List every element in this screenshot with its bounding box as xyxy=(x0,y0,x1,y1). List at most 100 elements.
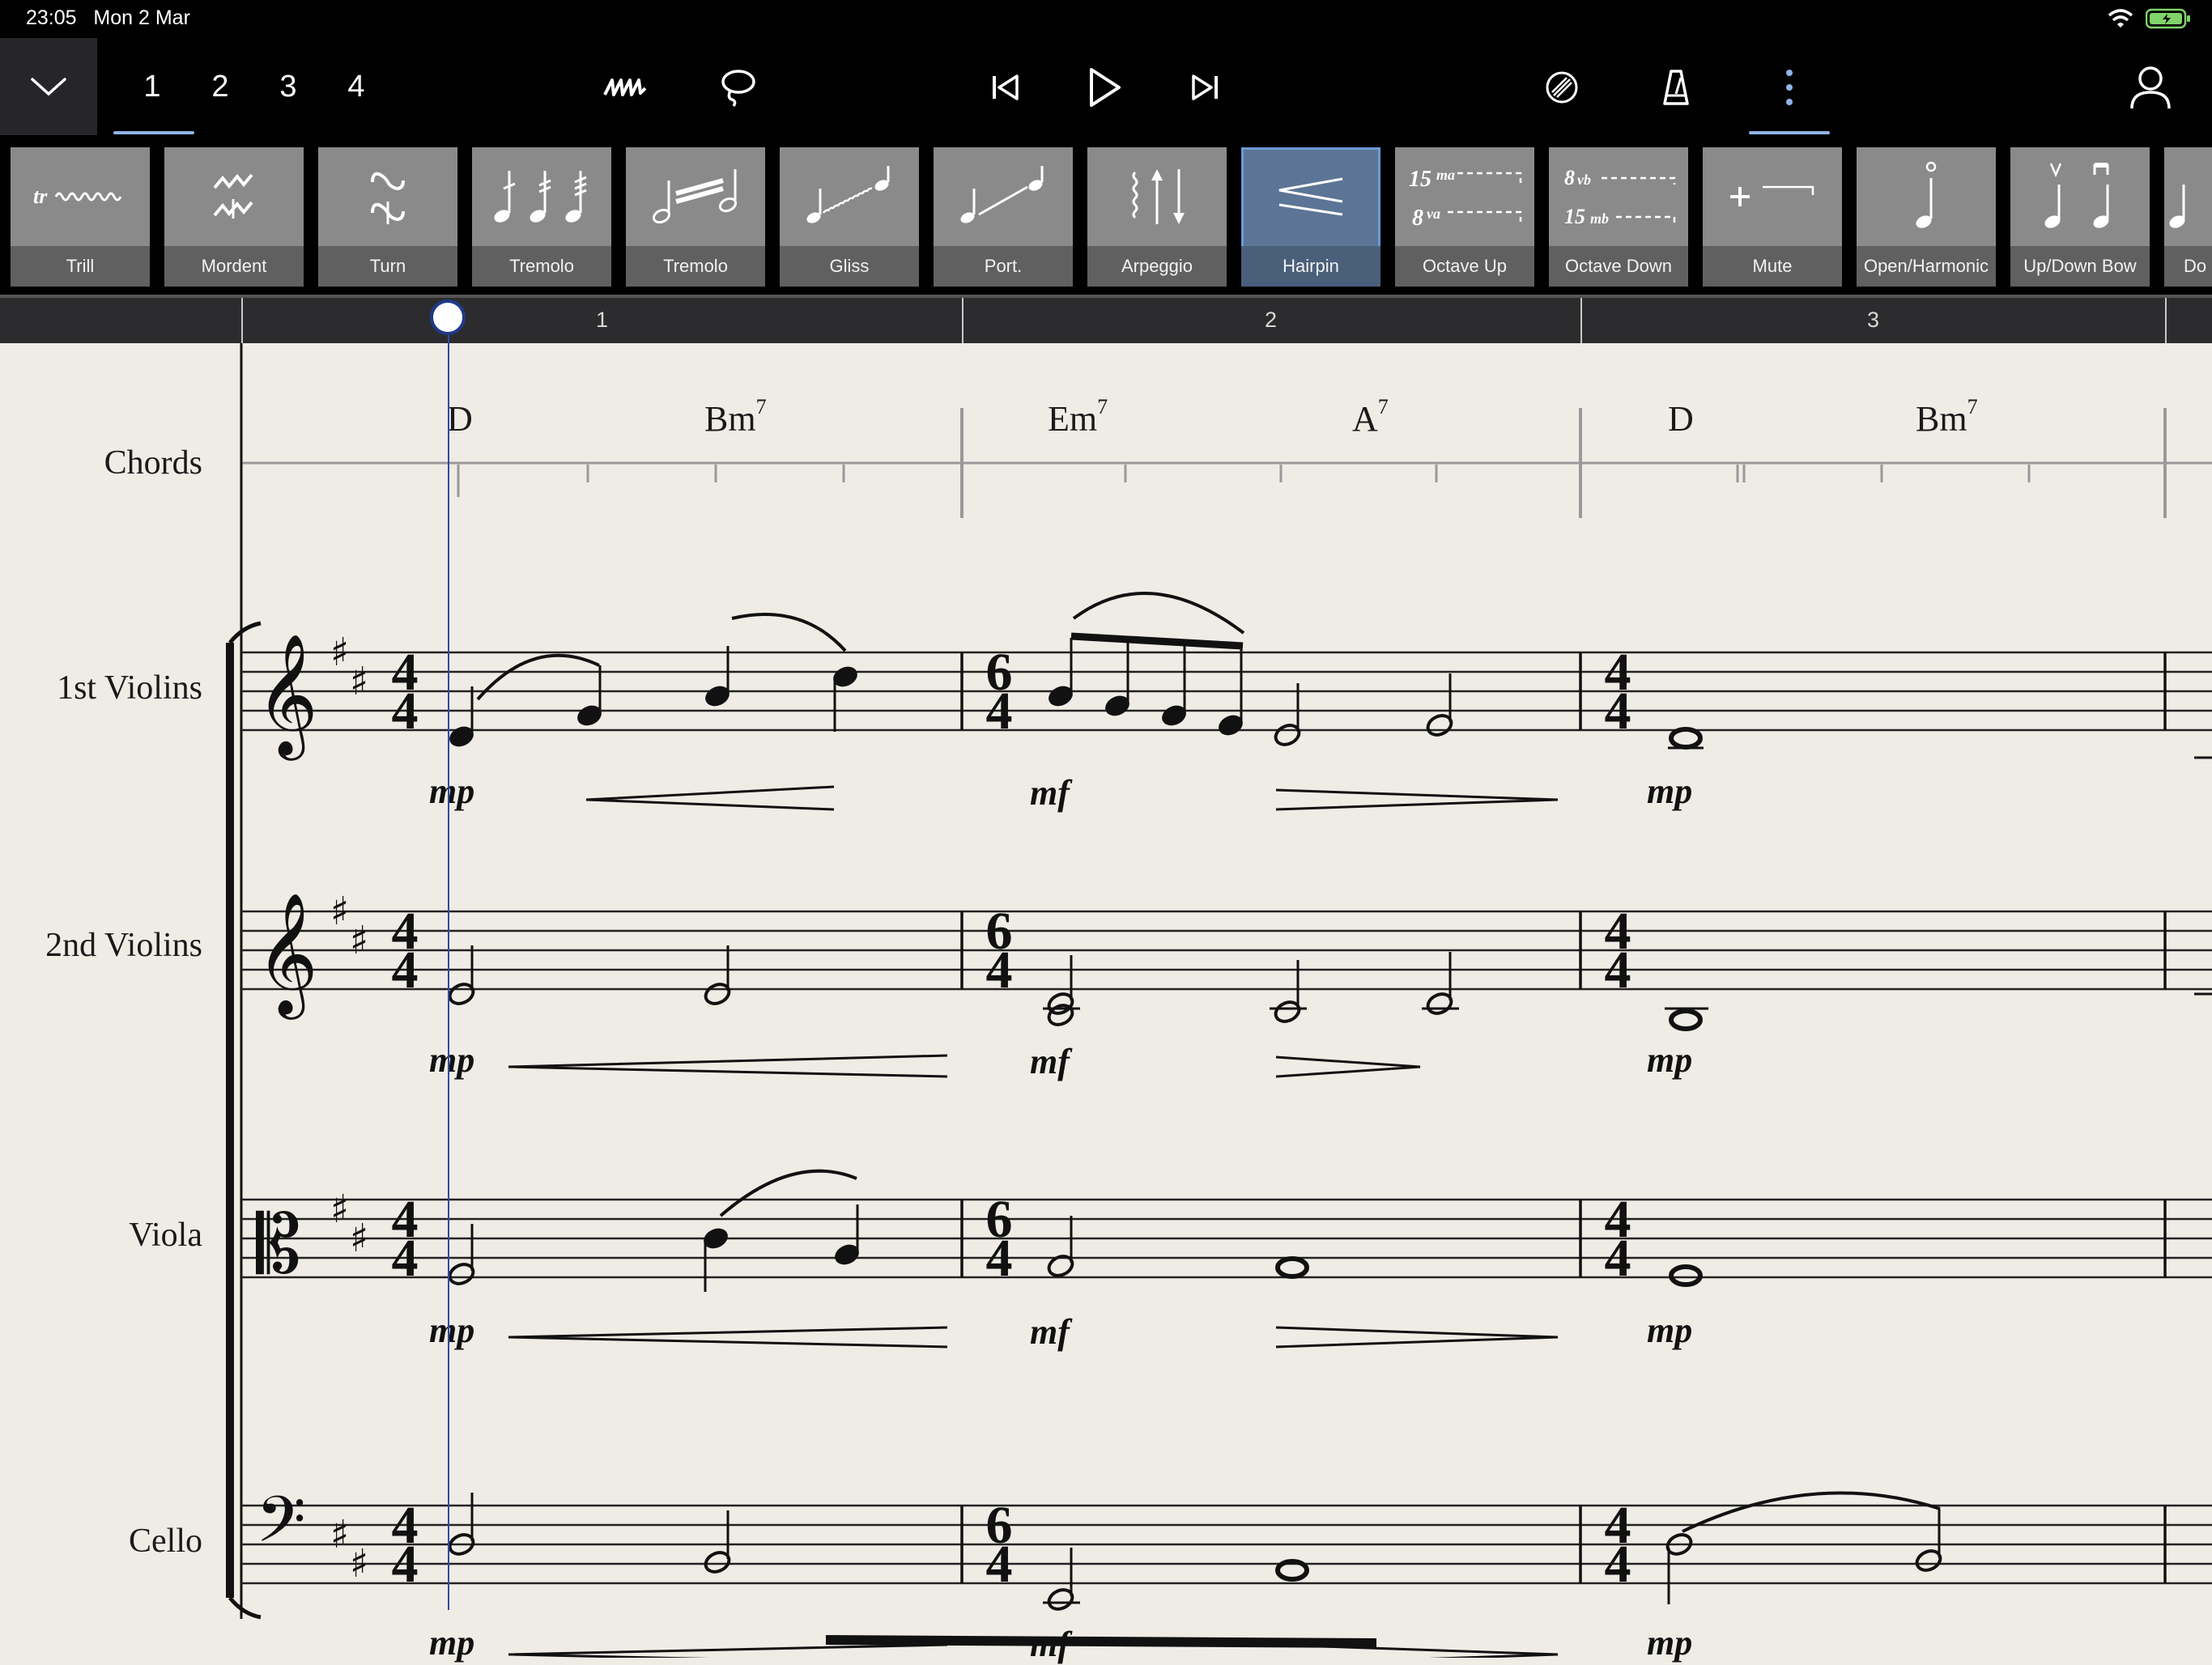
palette-item-trill[interactable]: tr Trill xyxy=(11,147,150,287)
articulation-palette: tr Trill Mordent Turn Tremolo Tremolo Gl… xyxy=(0,141,2212,295)
page-tab-4[interactable]: 4 xyxy=(328,58,385,115)
more-icon xyxy=(1786,70,1793,105)
palette-item-partial[interactable]: Do xyxy=(2164,147,2212,287)
svg-text:8: 8 xyxy=(1412,206,1423,231)
dynamic-marking[interactable]: mp xyxy=(429,1310,474,1351)
forward-button[interactable] xyxy=(1176,58,1234,117)
score-area[interactable]: Chords 1st Violins 2nd Violins Viola Cel… xyxy=(0,343,2212,1664)
octave-up-icon: 15 ma 8 va xyxy=(1409,167,1522,231)
palette-item-turn[interactable]: Turn xyxy=(318,147,457,287)
battery-icon xyxy=(2146,8,2190,29)
handwriting-button[interactable] xyxy=(596,58,654,117)
svg-text:4: 4 xyxy=(392,941,419,1000)
bar-ruler[interactable]: 1 2 3 xyxy=(0,295,2212,343)
trill-icon: tr xyxy=(33,185,122,208)
dynamic-marking[interactable]: mp xyxy=(1647,1310,1692,1351)
more-active-indicator xyxy=(1749,131,1830,134)
dynamic-marking[interactable]: mf xyxy=(1030,1041,1070,1082)
svg-text:vb: vb xyxy=(1577,172,1591,188)
dynamic-marking[interactable]: mp xyxy=(429,1039,474,1081)
account-button[interactable] xyxy=(2121,58,2180,117)
metronome-button[interactable] xyxy=(1647,58,1705,117)
svg-text:4: 4 xyxy=(986,682,1013,741)
dynamic-marking[interactable]: mp xyxy=(429,771,474,812)
palette-item-tremolo-single[interactable]: Tremolo xyxy=(472,147,611,287)
score-notation[interactable]: 𝄞 𝄞 𝄡 𝄢 ♯♯ ♯♯ ♯♯ ♯♯ 44 64 44 44 64 44 44… xyxy=(0,343,2212,1658)
tremolo-half-notes-icon xyxy=(652,169,738,224)
palette-item-portamento[interactable]: Port. xyxy=(934,147,1073,287)
partial-note-icon xyxy=(2169,185,2185,228)
bass-clef: 𝄢 xyxy=(256,1482,306,1573)
svg-text:4: 4 xyxy=(392,1229,419,1288)
dynamic-marking[interactable]: mf xyxy=(1030,1311,1070,1353)
svg-text:15: 15 xyxy=(1409,167,1431,192)
svg-text:4: 4 xyxy=(392,682,419,741)
chevron-down-icon xyxy=(31,78,66,96)
palette-item-tremolo-double[interactable]: Tremolo xyxy=(626,147,765,287)
svg-text:4: 4 xyxy=(1605,682,1631,741)
wifi-icon xyxy=(2108,9,2133,28)
dynamic-marking[interactable]: mp xyxy=(1647,771,1692,812)
page-tab-3[interactable]: 3 xyxy=(260,58,317,115)
octave-down-icon: 8 vb 15 mb xyxy=(1564,166,1676,228)
dynamic-marking[interactable]: mf xyxy=(1030,1624,1070,1665)
palette-item-mute[interactable]: Mute xyxy=(1703,147,1842,287)
rewind-button[interactable] xyxy=(976,58,1035,117)
palette-item-octave-up[interactable]: 15 ma 8 va Octave Up xyxy=(1395,147,1534,287)
metronome-icon xyxy=(1663,70,1689,105)
dynamic-marking[interactable]: mp xyxy=(1647,1039,1692,1081)
svg-text:4: 4 xyxy=(1605,1535,1631,1594)
portamento-icon xyxy=(960,166,1044,223)
sound-icon xyxy=(1546,71,1578,104)
svg-text:♯: ♯ xyxy=(350,1541,368,1586)
handwriting-icon xyxy=(603,79,647,96)
arpeggio-icon xyxy=(1132,169,1185,224)
svg-text:♯: ♯ xyxy=(350,659,368,704)
tremolo-notes-icon xyxy=(494,171,587,223)
palette-item-arpeggio[interactable]: Arpeggio xyxy=(1087,147,1227,287)
dynamic-marking[interactable]: mp xyxy=(1647,1622,1692,1663)
svg-text:♯: ♯ xyxy=(330,1512,349,1557)
dynamic-marking[interactable]: mp xyxy=(429,1622,474,1663)
status-indicators xyxy=(2107,8,2191,29)
palette-item-octave-down[interactable]: 8 vb 15 mb Octave Down xyxy=(1549,147,1688,287)
palette-item-up-down-bow[interactable]: Up/Down Bow xyxy=(2010,147,2150,287)
svg-text:4: 4 xyxy=(1605,941,1631,1000)
playhead-line xyxy=(448,335,449,1610)
svg-text:ma: ma xyxy=(1436,167,1455,183)
system-bracket xyxy=(226,621,262,1620)
play-button[interactable] xyxy=(1075,58,1134,117)
svg-text:8: 8 xyxy=(1564,166,1575,189)
ruler-bar-line-3 xyxy=(1580,298,1582,343)
sound-button[interactable] xyxy=(1533,58,1591,117)
treble-clef: 𝄞 xyxy=(256,632,318,761)
top-toolbar: 23:05 Mon 2 Mar 1 2 3 4 xyxy=(0,0,2212,141)
page-tab-2[interactable]: 2 xyxy=(192,58,249,115)
skip-forward-icon xyxy=(1192,74,1218,100)
alto-clef: 𝄡 xyxy=(256,1197,301,1292)
lasso-button[interactable] xyxy=(709,58,768,117)
playhead-handle[interactable] xyxy=(430,299,466,335)
active-page-indicator xyxy=(113,131,194,134)
gliss-icon xyxy=(806,166,890,223)
turn-icon xyxy=(371,172,405,224)
palette-item-open-harmonic[interactable]: Open/Harmonic xyxy=(1857,147,1996,287)
palette-item-gliss[interactable]: Gliss xyxy=(780,147,919,287)
collapse-button[interactable] xyxy=(0,38,97,135)
treble-clef: 𝄞 xyxy=(256,891,318,1020)
palette-item-mordent[interactable]: Mordent xyxy=(164,147,304,287)
page-tab-1[interactable]: 1 xyxy=(124,58,181,115)
lasso-icon xyxy=(721,70,755,107)
open-harmonic-icon xyxy=(1916,161,1937,228)
svg-text:4: 4 xyxy=(986,1535,1013,1594)
ruler-bar-line-4 xyxy=(2165,298,2167,343)
svg-text:va: va xyxy=(1427,206,1440,222)
palette-item-hairpin[interactable]: Hairpin xyxy=(1241,147,1380,287)
dynamic-marking[interactable]: mf xyxy=(1030,772,1070,813)
svg-text:mb: mb xyxy=(1590,210,1609,227)
mordent-icon xyxy=(213,173,253,219)
svg-text:4: 4 xyxy=(986,1229,1013,1288)
more-button[interactable] xyxy=(1760,58,1819,117)
status-time: 23:05 Mon 2 Mar xyxy=(26,6,190,29)
ruler-bar-line-2 xyxy=(962,298,963,343)
